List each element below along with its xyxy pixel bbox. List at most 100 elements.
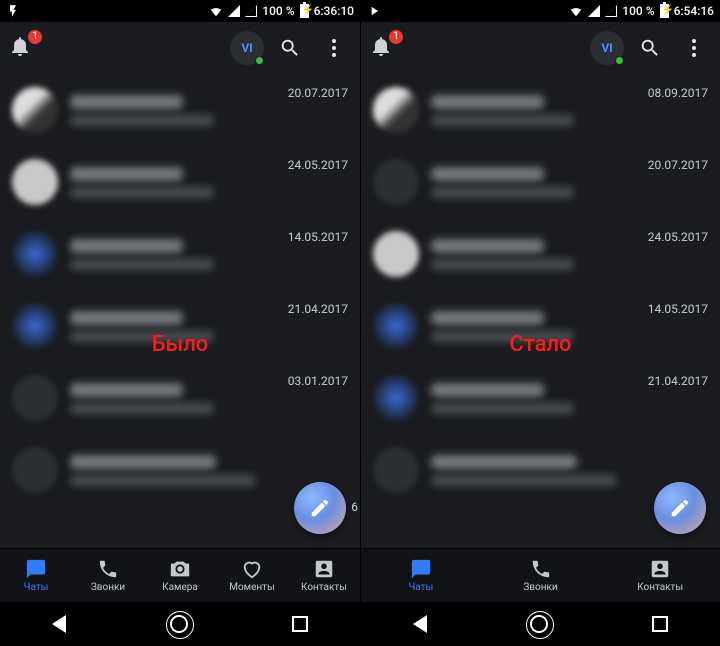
chat-row[interactable]: 03.01.2017 [0, 362, 360, 434]
battery-percent: 100 % [622, 4, 654, 18]
avatar-initials: VI [601, 41, 612, 55]
tab-camera[interactable]: Камера [144, 549, 216, 602]
battery-icon: ⚡ [660, 4, 669, 18]
tab-label: Контакты [637, 582, 683, 593]
phone-before: 100 % ⚡ 6:36:10 1 VI 20.07.2017 24.05.2 [0, 0, 360, 646]
tab-calls[interactable]: Звонки [481, 549, 601, 602]
top-bar: 1 VI [361, 22, 720, 74]
search-icon [279, 37, 301, 59]
chat-row[interactable]: 08.09.2017 [361, 74, 720, 146]
kebab-icon [322, 39, 346, 57]
nav-home-button[interactable] [170, 615, 188, 633]
tab-calls[interactable]: Звонки [72, 549, 144, 602]
top-bar: 1 VI [0, 22, 360, 74]
tab-moments[interactable]: Моменты [216, 549, 288, 602]
avatar [373, 375, 419, 421]
chat-row[interactable]: 20.07.2017 [0, 74, 360, 146]
chat-row[interactable]: 21.04.2017 [0, 290, 360, 362]
search-button[interactable] [272, 30, 308, 66]
avatar [373, 447, 419, 493]
chat-row[interactable]: 24.05.2017 [361, 218, 720, 290]
chat-row[interactable]: 14.05.2017 [361, 290, 720, 362]
nav-back-button[interactable] [52, 615, 66, 633]
notifications-badge: 1 [389, 30, 403, 44]
contact-icon [313, 558, 335, 580]
chat-date: 03.01.2017 [288, 374, 348, 388]
compose-fab[interactable] [294, 482, 346, 534]
heart-icon [241, 558, 263, 580]
status-bar: 100 % ⚡ 6:36:10 [0, 0, 360, 22]
chat-row[interactable]: 21.04.2017 [361, 362, 720, 434]
avatar-initials: VI [241, 41, 252, 55]
chat-preview [431, 167, 636, 198]
signal-icon [588, 5, 600, 17]
notification-app-icon [367, 4, 381, 18]
notifications-button[interactable]: 1 [369, 34, 397, 62]
battery-icon: ⚡ [300, 4, 309, 18]
nav-home-button[interactable] [530, 615, 548, 633]
fab-side-count: 6 [351, 500, 358, 514]
chat-date: 20.07.2017 [648, 158, 708, 172]
tab-label: Чаты [408, 582, 433, 593]
search-button[interactable] [632, 30, 668, 66]
avatar [12, 447, 58, 493]
chat-row[interactable]: 20.07.2017 [361, 146, 720, 218]
tab-chats[interactable]: Чаты [361, 549, 481, 602]
nav-back-button[interactable] [413, 615, 427, 633]
system-nav [0, 602, 360, 646]
overflow-button[interactable] [316, 30, 352, 66]
pencil-icon [309, 497, 331, 519]
presence-dot [615, 56, 624, 65]
chat-date: 21.04.2017 [648, 374, 708, 388]
chat-preview [70, 311, 276, 342]
chat-date: 20.07.2017 [288, 86, 348, 100]
avatar [12, 159, 58, 205]
chat-icon [410, 558, 432, 580]
avatar [373, 87, 419, 133]
chat-list[interactable]: 20.07.2017 24.05.2017 14.05.2017 21.04.2… [0, 74, 360, 548]
chat-preview [70, 455, 336, 486]
chat-row[interactable]: 24.05.2017 [0, 146, 360, 218]
compose-fab[interactable] [654, 482, 706, 534]
tab-label: Контакты [301, 582, 347, 593]
chat-row[interactable]: 14.05.2017 [0, 218, 360, 290]
presence-dot [255, 56, 264, 65]
wifi-icon [209, 4, 223, 18]
signal-icon [228, 5, 240, 17]
clock: 6:36:10 [314, 4, 354, 18]
chat-preview [70, 95, 276, 126]
tab-label: Моменты [229, 582, 275, 593]
avatar [12, 231, 58, 277]
bottom-nav: Чаты Звонки Камера Моменты Контакты [0, 548, 360, 602]
notifications-button[interactable]: 1 [8, 34, 36, 62]
status-bar: 100 % ⚡ 6:54:16 [361, 0, 720, 22]
bottom-nav: Чаты Звонки Контакты [361, 548, 720, 602]
phone-icon [530, 558, 552, 580]
avatar [373, 231, 419, 277]
clock: 6:54:16 [674, 4, 714, 18]
avatar [12, 303, 58, 349]
signal-empty-icon [245, 5, 257, 17]
notifications-badge: 1 [28, 30, 42, 44]
chat-preview [431, 383, 636, 414]
chat-date: 08.09.2017 [648, 86, 708, 100]
tab-contacts[interactable]: Контакты [288, 549, 360, 602]
self-avatar[interactable]: VI [230, 31, 264, 65]
chat-date: 21.04.2017 [288, 302, 348, 316]
tab-contacts[interactable]: Контакты [600, 549, 720, 602]
tab-chats[interactable]: Чаты [0, 549, 72, 602]
nav-recent-button[interactable] [292, 616, 308, 632]
contact-icon [649, 558, 671, 580]
chat-preview [431, 311, 636, 342]
nav-recent-button[interactable] [652, 616, 668, 632]
chat-date: 24.05.2017 [288, 158, 348, 172]
avatar [12, 87, 58, 133]
notification-app-icon [6, 4, 20, 18]
signal-empty-icon [605, 5, 617, 17]
chat-preview [431, 239, 636, 270]
battery-percent: 100 % [262, 4, 294, 18]
self-avatar[interactable]: VI [590, 31, 624, 65]
overflow-button[interactable] [676, 30, 712, 66]
chat-list[interactable]: 08.09.2017 20.07.2017 24.05.2017 14.05.2… [361, 74, 720, 548]
search-icon [639, 37, 661, 59]
